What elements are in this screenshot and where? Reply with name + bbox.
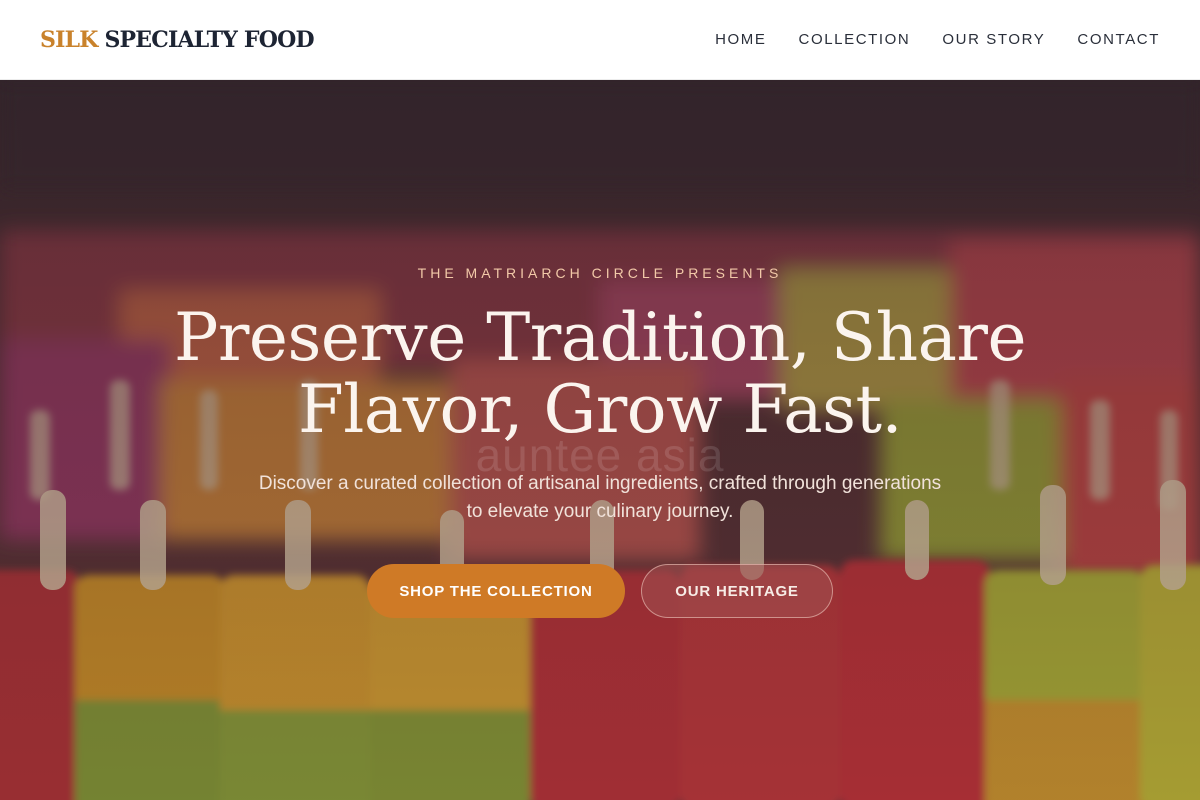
hero-eyebrow: THE MATRIARCH CIRCLE PRESENTS xyxy=(417,265,783,281)
hero-headline-line1: Preserve Tradition, Share xyxy=(173,299,1027,376)
nav-contact[interactable]: CONTACT xyxy=(1077,31,1160,48)
hero-headline-line2: Flavor, Grow Fast. xyxy=(297,371,903,448)
hero-section: auntee asia THE MATRIARCH CIRCLE PRESENT… xyxy=(0,80,1200,800)
nav-home[interactable]: HOME xyxy=(715,31,766,48)
hero-headline: Preserve Tradition, Share Flavor, Grow F… xyxy=(100,302,1100,446)
hero-content: auntee asia THE MATRIARCH CIRCLE PRESENT… xyxy=(0,80,1200,800)
nav-our-story[interactable]: OUR STORY xyxy=(942,31,1045,48)
site-header: SILK SPECIALTY FOOD HOME COLLECTION OUR … xyxy=(0,0,1200,80)
shop-collection-button[interactable]: SHOP THE COLLECTION xyxy=(367,564,625,618)
nav-collection[interactable]: COLLECTION xyxy=(799,31,911,48)
brand-logo[interactable]: SILK SPECIALTY FOOD xyxy=(40,26,315,53)
main-nav: HOME COLLECTION OUR STORY CONTACT xyxy=(683,31,1160,48)
brand-logo-part1: SILK xyxy=(40,26,98,53)
our-heritage-button[interactable]: OUR HERITAGE xyxy=(641,564,833,618)
brand-logo-part2: SPECIALTY FOOD xyxy=(104,26,314,53)
hero-subtext: Discover a curated collection of artisan… xyxy=(258,473,942,522)
